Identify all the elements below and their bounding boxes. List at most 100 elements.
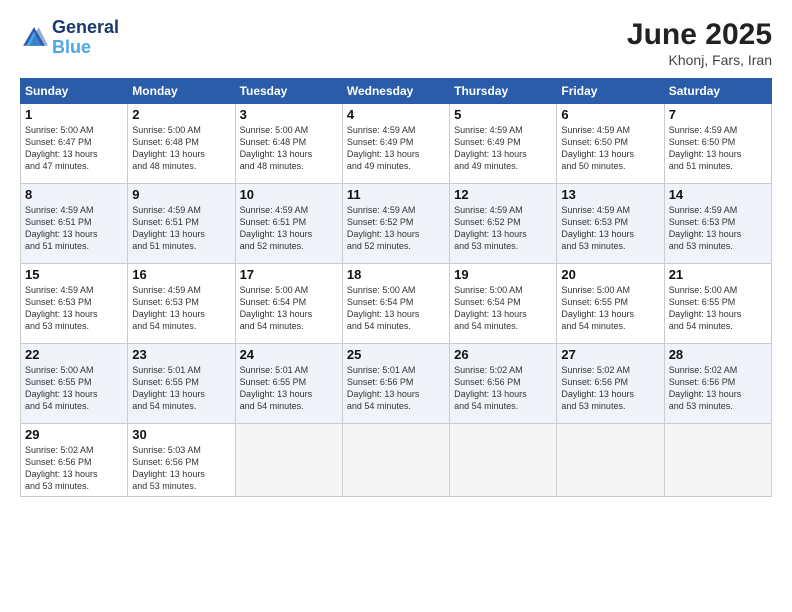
calendar-cell: 10Sunrise: 4:59 AMSunset: 6:51 PMDayligh…: [235, 184, 342, 264]
day-detail: Sunrise: 5:00 AMSunset: 6:47 PMDaylight:…: [25, 124, 123, 173]
calendar-cell: 21Sunrise: 5:00 AMSunset: 6:55 PMDayligh…: [664, 264, 771, 344]
day-number: 15: [25, 267, 123, 282]
col-sunday: Sunday: [21, 79, 128, 104]
header-row: Sunday Monday Tuesday Wednesday Thursday…: [21, 79, 772, 104]
day-number: 3: [240, 107, 338, 122]
calendar-cell: 8 Sunrise: 4:59 AMSunset: 6:51 PMDaylight…: [21, 184, 128, 264]
calendar-cell: 16 Sunrise: 4:59 AMSunset: 6:53 PMDayligh…: [128, 264, 235, 344]
calendar-cell: 6 Sunrise: 4:59 AMSunset: 6:50 PMDaylight…: [557, 104, 664, 184]
calendar-cell: 15 Sunrise: 4:59 AMSunset: 6:53 PMDayligh…: [21, 264, 128, 344]
calendar-cell: 13Sunrise: 4:59 AMSunset: 6:53 PMDayligh…: [557, 184, 664, 264]
day-number: 16: [132, 267, 230, 282]
day-number: 6: [561, 107, 659, 122]
calendar-cell: 22 Sunrise: 5:00 AMSunset: 6:55 PMDayligh…: [21, 344, 128, 424]
calendar-cell: 17 Sunrise: 5:00 AMSunset: 6:54 PMDayligh…: [235, 264, 342, 344]
calendar-cell: 14 Sunrise: 4:59 AMSunset: 6:53 PMDayligh…: [664, 184, 771, 264]
day-number: 30: [132, 427, 230, 442]
calendar-cell: 26Sunrise: 5:02 AMSunset: 6:56 PMDayligh…: [450, 344, 557, 424]
day-detail: Sunrise: 4:59 AMSunset: 6:53 PMDaylight:…: [132, 284, 230, 333]
calendar-cell: 1Sunrise: 5:00 AMSunset: 6:47 PMDaylight…: [21, 104, 128, 184]
calendar-cell: 20 Sunrise: 5:00 AMSunset: 6:55 PMDayligh…: [557, 264, 664, 344]
calendar-cell: 7 Sunrise: 4:59 AMSunset: 6:50 PMDaylight…: [664, 104, 771, 184]
day-detail: Sunrise: 5:00 AMSunset: 6:55 PMDaylight:…: [561, 284, 659, 333]
calendar-cell: 27 Sunrise: 5:02 AMSunset: 6:56 PMDayligh…: [557, 344, 664, 424]
day-detail: Sunrise: 4:59 AMSunset: 6:52 PMDaylight:…: [454, 204, 552, 253]
calendar-body: 1Sunrise: 5:00 AMSunset: 6:47 PMDaylight…: [21, 104, 772, 497]
day-detail: Sunrise: 5:01 AMSunset: 6:55 PMDaylight:…: [132, 364, 230, 413]
day-detail: Sunrise: 5:00 AMSunset: 6:54 PMDaylight:…: [347, 284, 445, 333]
day-detail: Sunrise: 5:02 AMSunset: 6:56 PMDaylight:…: [25, 444, 123, 493]
title-block: June 2025 Khonj, Fars, Iran: [627, 18, 772, 68]
day-number: 7: [669, 107, 767, 122]
col-wednesday: Wednesday: [342, 79, 449, 104]
day-number: 5: [454, 107, 552, 122]
day-number: 28: [669, 347, 767, 362]
day-number: 14: [669, 187, 767, 202]
calendar-cell: [342, 424, 449, 497]
col-friday: Friday: [557, 79, 664, 104]
calendar-cell: 30 Sunrise: 5:03 AMSunset: 6:56 PMDayligh…: [128, 424, 235, 497]
day-number: 27: [561, 347, 659, 362]
day-detail: Sunrise: 5:00 AMSunset: 6:55 PMDaylight:…: [669, 284, 767, 333]
day-detail: Sunrise: 5:02 AMSunset: 6:56 PMDaylight:…: [669, 364, 767, 413]
day-detail: Sunrise: 4:59 AMSunset: 6:50 PMDaylight:…: [561, 124, 659, 173]
calendar-cell: [450, 424, 557, 497]
day-detail: Sunrise: 4:59 AMSunset: 6:49 PMDaylight:…: [347, 124, 445, 173]
calendar-cell: 28 Sunrise: 5:02 AMSunset: 6:56 PMDayligh…: [664, 344, 771, 424]
day-detail: Sunrise: 4:59 AMSunset: 6:51 PMDaylight:…: [25, 204, 123, 253]
day-detail: Sunrise: 5:00 AMSunset: 6:48 PMDaylight:…: [240, 124, 338, 173]
month-title: June 2025: [627, 18, 772, 52]
calendar-cell: 25 Sunrise: 5:01 AMSunset: 6:56 PMDayligh…: [342, 344, 449, 424]
day-detail: Sunrise: 4:59 AMSunset: 6:51 PMDaylight:…: [132, 204, 230, 253]
calendar-cell: 9 Sunrise: 4:59 AMSunset: 6:51 PMDaylight…: [128, 184, 235, 264]
calendar-cell: 5 Sunrise: 4:59 AMSunset: 6:49 PMDaylight…: [450, 104, 557, 184]
day-detail: Sunrise: 4:59 AMSunset: 6:53 PMDaylight:…: [25, 284, 123, 333]
day-number: 17: [240, 267, 338, 282]
col-saturday: Saturday: [664, 79, 771, 104]
day-detail: Sunrise: 5:02 AMSunset: 6:56 PMDaylight:…: [561, 364, 659, 413]
location: Khonj, Fars, Iran: [627, 52, 772, 68]
calendar-cell: 2Sunrise: 5:00 AMSunset: 6:48 PMDaylight…: [128, 104, 235, 184]
calendar-week-4: 22 Sunrise: 5:00 AMSunset: 6:55 PMDayligh…: [21, 344, 772, 424]
calendar-cell: 29 Sunrise: 5:02 AMSunset: 6:56 PMDayligh…: [21, 424, 128, 497]
day-number: 24: [240, 347, 338, 362]
calendar-week-1: 1Sunrise: 5:00 AMSunset: 6:47 PMDaylight…: [21, 104, 772, 184]
day-number: 8: [25, 187, 123, 202]
col-thursday: Thursday: [450, 79, 557, 104]
day-number: 19: [454, 267, 552, 282]
calendar-cell: 4 Sunrise: 4:59 AMSunset: 6:49 PMDaylight…: [342, 104, 449, 184]
day-number: 22: [25, 347, 123, 362]
day-detail: Sunrise: 4:59 AMSunset: 6:53 PMDaylight:…: [561, 204, 659, 253]
day-detail: Sunrise: 5:01 AMSunset: 6:55 PMDaylight:…: [240, 364, 338, 413]
logo-icon: [20, 24, 48, 52]
calendar-week-5: 29 Sunrise: 5:02 AMSunset: 6:56 PMDayligh…: [21, 424, 772, 497]
day-number: 11: [347, 187, 445, 202]
day-detail: Sunrise: 5:00 AMSunset: 6:55 PMDaylight:…: [25, 364, 123, 413]
calendar-cell: 11 Sunrise: 4:59 AMSunset: 6:52 PMDayligh…: [342, 184, 449, 264]
day-detail: Sunrise: 4:59 AMSunset: 6:53 PMDaylight:…: [669, 204, 767, 253]
calendar-cell: 12Sunrise: 4:59 AMSunset: 6:52 PMDayligh…: [450, 184, 557, 264]
day-number: 26: [454, 347, 552, 362]
calendar-week-2: 8 Sunrise: 4:59 AMSunset: 6:51 PMDaylight…: [21, 184, 772, 264]
day-number: 20: [561, 267, 659, 282]
day-number: 25: [347, 347, 445, 362]
col-monday: Monday: [128, 79, 235, 104]
day-detail: Sunrise: 4:59 AMSunset: 6:49 PMDaylight:…: [454, 124, 552, 173]
day-number: 4: [347, 107, 445, 122]
calendar-cell: [664, 424, 771, 497]
calendar-cell: [557, 424, 664, 497]
calendar-cell: 18Sunrise: 5:00 AMSunset: 6:54 PMDayligh…: [342, 264, 449, 344]
day-number: 23: [132, 347, 230, 362]
day-detail: Sunrise: 4:59 AMSunset: 6:50 PMDaylight:…: [669, 124, 767, 173]
logo-text: General Blue: [52, 18, 119, 58]
page: General Blue June 2025 Khonj, Fars, Iran…: [0, 0, 792, 612]
calendar-cell: 3 Sunrise: 5:00 AMSunset: 6:48 PMDaylight…: [235, 104, 342, 184]
day-detail: Sunrise: 4:59 AMSunset: 6:52 PMDaylight:…: [347, 204, 445, 253]
day-detail: Sunrise: 5:00 AMSunset: 6:54 PMDaylight:…: [240, 284, 338, 333]
day-number: 10: [240, 187, 338, 202]
day-detail: Sunrise: 5:01 AMSunset: 6:56 PMDaylight:…: [347, 364, 445, 413]
day-number: 29: [25, 427, 123, 442]
day-number: 9: [132, 187, 230, 202]
day-detail: Sunrise: 5:03 AMSunset: 6:56 PMDaylight:…: [132, 444, 230, 493]
calendar-table: Sunday Monday Tuesday Wednesday Thursday…: [20, 78, 772, 497]
